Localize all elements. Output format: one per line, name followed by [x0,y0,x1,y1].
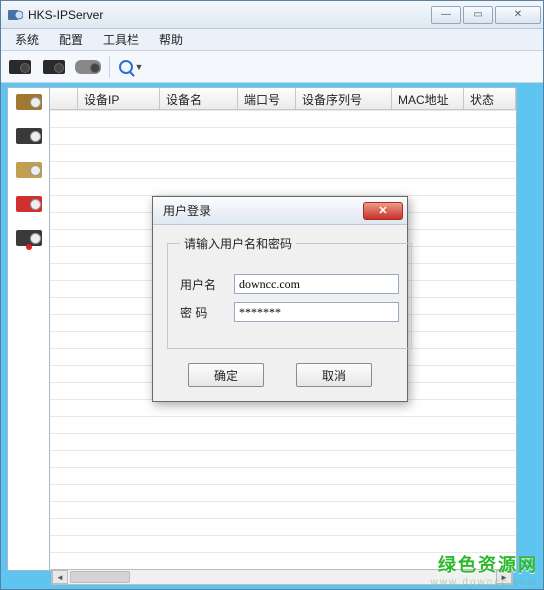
login-legend: 请输入用户名和密码 [180,235,296,252]
camera-icon [43,60,65,74]
col-device-name[interactable]: 设备名 [160,88,238,109]
app-icon [7,7,23,23]
camera-icon [9,60,31,74]
scroll-thumb[interactable] [70,571,130,583]
col-device-ip[interactable]: 设备IP [78,88,160,109]
menubar: 系统 配置 工具栏 帮助 [1,29,543,51]
titlebar[interactable]: HKS-IPServer — ▭ ✕ [1,1,543,29]
username-label: 用户名 [180,276,234,293]
toolbar-separator [109,56,110,78]
menu-system[interactable]: 系统 [5,29,49,50]
dialog-button-row: 确定 取消 [167,363,393,387]
close-button[interactable]: ✕ [495,6,541,24]
ok-button[interactable]: 确定 [188,363,264,387]
col-port[interactable]: 端口号 [238,88,296,109]
toolbar-search[interactable]: ▼ [116,56,146,78]
sidebar-device-3[interactable] [16,162,42,178]
col-mac[interactable]: MAC地址 [392,88,464,109]
grid-header: 设备IP 设备名 端口号 设备序列号 MAC地址 状态 [50,88,516,110]
dialog-title: 用户登录 [163,202,363,219]
col-status[interactable]: 状态 [464,88,516,109]
login-dialog: 用户登录 ✕ 请输入用户名和密码 用户名 密 码 确定 取消 [152,196,408,402]
minimize-button[interactable]: — [431,6,461,24]
username-row: 用户名 [180,274,399,294]
horizontal-scrollbar[interactable]: ◄ ► [51,569,513,585]
chevron-down-icon: ▼ [135,62,144,72]
sidebar-device-2[interactable] [16,128,42,144]
dialog-body: 请输入用户名和密码 用户名 密 码 确定 取消 [153,225,407,401]
password-input[interactable] [234,302,399,322]
window-controls: — ▭ ✕ [429,6,541,24]
menu-config[interactable]: 配置 [49,29,93,50]
username-input[interactable] [234,274,399,294]
toolbar-camera-2[interactable] [39,56,69,78]
window-title: HKS-IPServer [28,8,429,22]
sidebar-device-5[interactable] [16,230,42,246]
toolbar-camera-3[interactable] [73,56,103,78]
sidebar-device-4[interactable] [16,196,42,212]
toolbar-camera-1[interactable] [5,56,35,78]
scroll-right-icon[interactable]: ► [496,570,512,584]
grid-header-spacer [50,88,78,109]
menu-help[interactable]: 帮助 [149,29,193,50]
cancel-button[interactable]: 取消 [296,363,372,387]
login-fieldset: 请输入用户名和密码 用户名 密 码 [167,235,412,349]
sidebar-device-1[interactable] [16,94,42,110]
menu-toolbar[interactable]: 工具栏 [93,29,149,50]
camera-icon [75,60,101,74]
col-serial[interactable]: 设备序列号 [296,88,392,109]
toolbar: ▼ [1,51,543,83]
maximize-button[interactable]: ▭ [463,6,493,24]
password-label: 密 码 [180,304,234,321]
search-icon [119,60,133,74]
dialog-titlebar[interactable]: 用户登录 ✕ [153,197,407,225]
scroll-left-icon[interactable]: ◄ [52,570,68,584]
dialog-close-button[interactable]: ✕ [363,202,403,220]
password-row: 密 码 [180,302,399,322]
device-type-sidebar [7,87,49,571]
